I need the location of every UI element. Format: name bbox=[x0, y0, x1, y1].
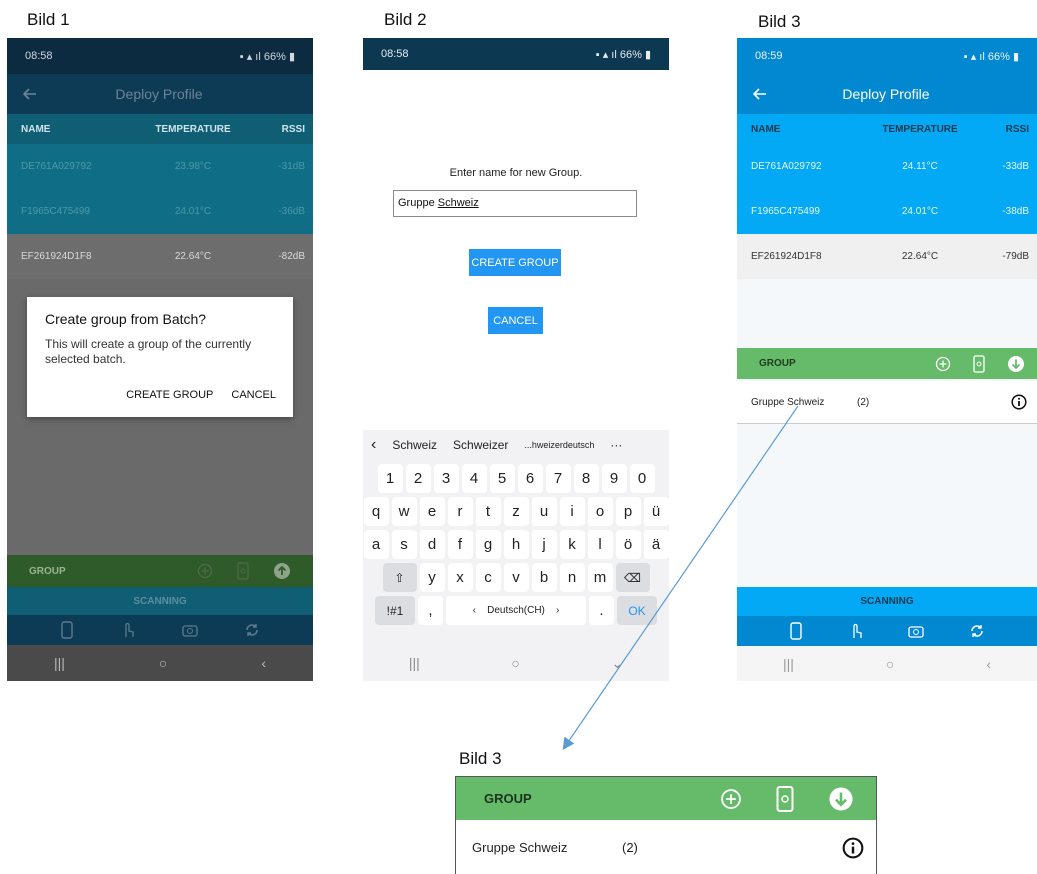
group-list-item[interactable]: Gruppe Schweiz (2) bbox=[456, 820, 876, 874]
download-circle-icon[interactable] bbox=[828, 786, 854, 812]
group-bar-zoom: GROUP Gruppe Schweiz (2) bbox=[455, 776, 877, 874]
group-count: (2) bbox=[622, 840, 638, 855]
group-label: GROUP bbox=[484, 791, 532, 806]
info-icon[interactable] bbox=[842, 837, 864, 859]
group-name: Gruppe Schweiz bbox=[472, 840, 568, 855]
callout-arrow bbox=[562, 405, 799, 750]
group-bar: GROUP bbox=[456, 777, 876, 820]
add-circle-icon[interactable] bbox=[720, 788, 742, 810]
device-icon[interactable] bbox=[776, 785, 794, 813]
